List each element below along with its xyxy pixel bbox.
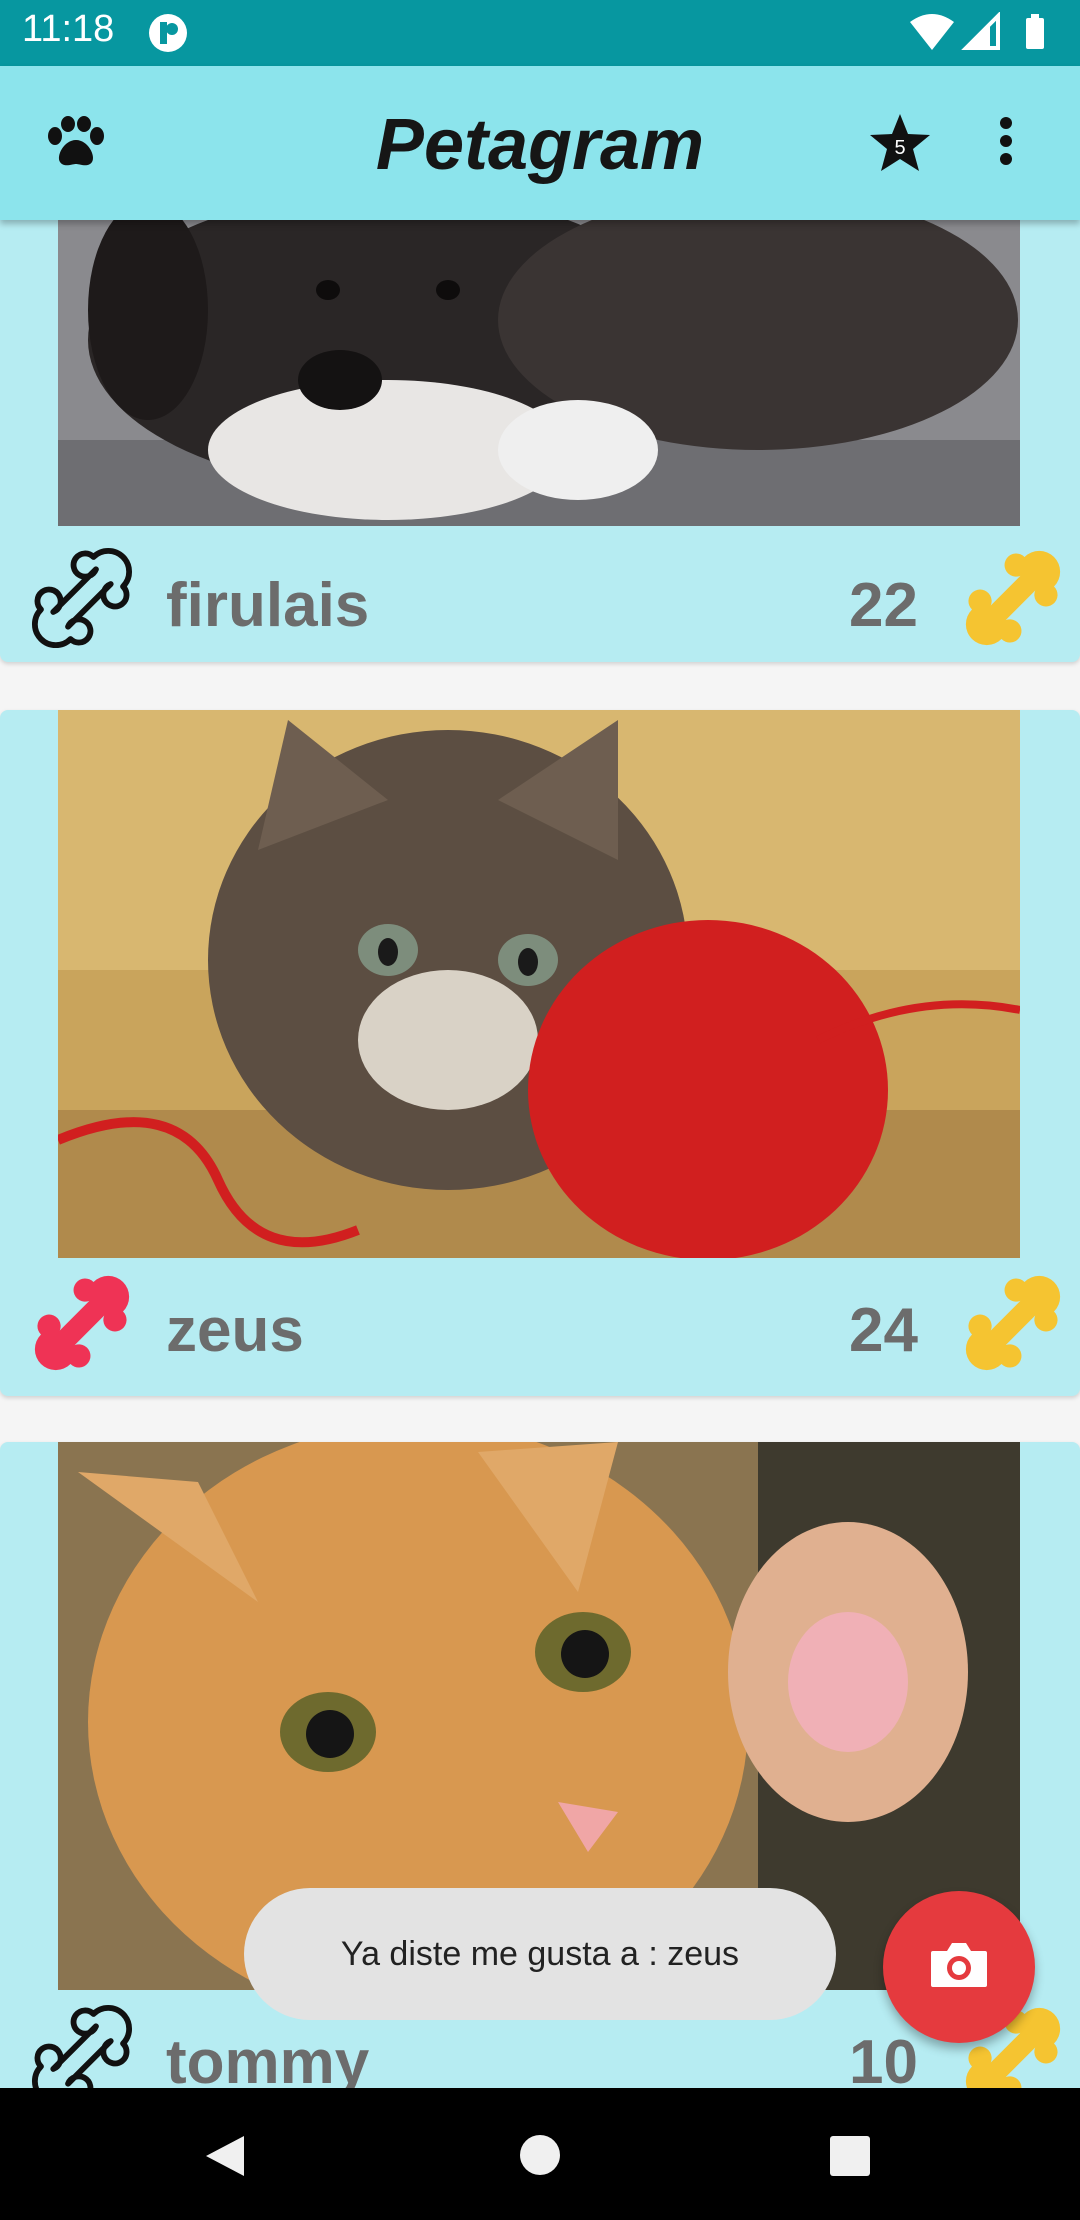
wifi-icon (910, 14, 954, 50)
like-count: 24 (849, 1296, 918, 1365)
app-bar: Petagram 5 (0, 66, 1080, 220)
navigation-bar (0, 2088, 1080, 2220)
like-count: 10 (849, 2028, 918, 2088)
pet-photo (58, 220, 1020, 526)
status-bar: 11:18 (0, 0, 1080, 66)
overview-icon[interactable] (829, 2135, 871, 2182)
bone-icon[interactable] (24, 1265, 140, 1386)
more-vert-icon[interactable] (998, 116, 1014, 171)
gold-bone-icon (955, 1265, 1071, 1386)
system-status-icons (910, 11, 1060, 57)
back-icon[interactable] (204, 2134, 246, 2183)
pet-name: firulais (166, 571, 370, 640)
pet-card: zeus 24 (0, 710, 1080, 1396)
signal-icon (961, 11, 1000, 50)
app-notification-icon (148, 13, 188, 58)
bone-icon[interactable] (24, 1997, 140, 2088)
like-count: 22 (849, 571, 918, 640)
star-badge: 5 (894, 137, 905, 159)
bone-icon[interactable] (24, 540, 140, 661)
pet-name: zeus (166, 1296, 304, 1365)
toast-message: Ya diste me gusta a : zeus (244, 1888, 836, 2020)
gold-bone-icon (955, 540, 1071, 661)
battery-icon (1026, 14, 1044, 49)
star-icon[interactable]: 5 (868, 112, 932, 179)
home-icon[interactable] (519, 2134, 561, 2181)
pet-card: firulais 22 (0, 220, 1080, 662)
camera-fab-button[interactable] (883, 1891, 1035, 2043)
camera-icon (929, 1941, 989, 1994)
pet-photo (58, 710, 1020, 1258)
pet-name: tommy (166, 2028, 370, 2088)
status-time: 11:18 (22, 8, 115, 50)
pet-feed[interactable]: firulais 22 zeus 24 tommy 10 (0, 220, 1080, 2088)
